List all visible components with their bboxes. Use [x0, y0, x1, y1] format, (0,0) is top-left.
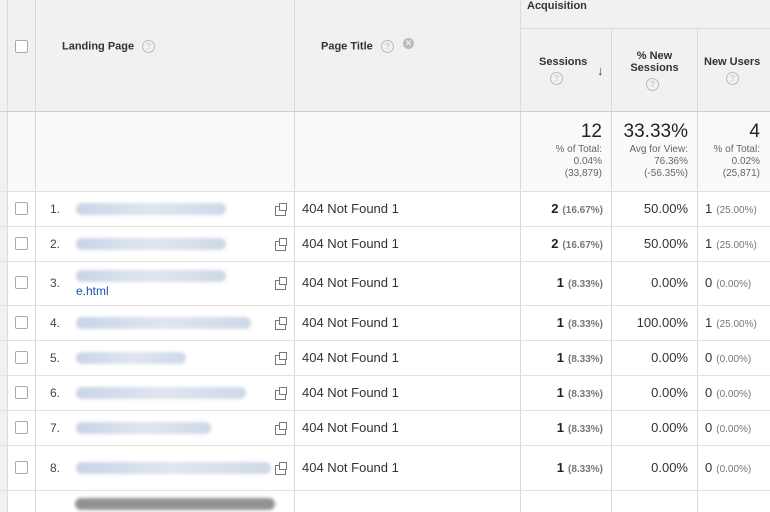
row-index: 1. — [49, 201, 60, 216]
redacted-landing-page-link[interactable] — [76, 237, 226, 250]
open-link-icon[interactable] — [275, 386, 287, 400]
new-sessions-header-line1: % New — [636, 50, 673, 62]
new-users-cell: 0 (0.00%) — [705, 459, 752, 475]
new-users-total-comparison: % of Total: 0.02% (25,871) — [713, 144, 760, 179]
open-link-icon[interactable] — [275, 351, 287, 365]
new-sessions-cell: 0.00% — [651, 459, 688, 475]
new-users-header-label: New Users — [704, 56, 761, 68]
new-users-cell: 0 (0.00%) — [705, 275, 752, 290]
redacted-landing-page-link[interactable] — [76, 202, 226, 215]
page-title-cell: 404 Not Found 1 — [302, 235, 399, 251]
new-users-cell: 1 (25.00%) — [705, 200, 757, 216]
new-users-cell: 0 (0.00%) — [705, 349, 752, 365]
row-index: 5. — [49, 350, 60, 365]
redacted-landing-page-link[interactable] — [76, 316, 251, 329]
sessions-cell: 1 (8.33%) — [556, 384, 603, 400]
row-checkbox[interactable] — [15, 201, 28, 215]
page-title-cell: 404 Not Found 1 — [302, 275, 399, 290]
new-users-cell: 1 (25.00%) — [705, 235, 757, 251]
new-sessions-cell: 50.00% — [643, 200, 688, 216]
page-title-header[interactable]: Page Title ? — [321, 40, 394, 53]
sessions-total-comparison: % of Total: 0.04% (33,879) — [555, 144, 602, 179]
total-new-users: 4 — [749, 121, 760, 142]
new-sessions-avg-comparison: Avg for View: 76.36% (-56.35%) — [629, 144, 688, 179]
page-title-cell: 404 Not Found 1 — [302, 384, 399, 400]
sessions-header[interactable]: Sessions — [539, 56, 587, 68]
row-checkbox[interactable] — [15, 236, 28, 250]
row-index: 4. — [49, 315, 60, 330]
new-sessions-cell: 50.00% — [643, 235, 688, 251]
redacted-landing-page-link[interactable] — [75, 498, 275, 510]
row-checkbox[interactable] — [15, 460, 28, 474]
row-index: 3. — [49, 276, 60, 290]
sessions-cell: 1 (8.33%) — [556, 275, 603, 290]
sort-descending-icon[interactable]: ↓ — [597, 63, 604, 78]
page-title-cell: 404 Not Found 1 — [302, 459, 399, 475]
select-all-checkbox[interactable] — [15, 40, 28, 53]
sessions-cell: 1 (8.33%) — [556, 459, 603, 475]
total-sessions: 12 — [580, 121, 602, 142]
new-users-cell: 0 (0.00%) — [705, 419, 752, 435]
row-index: 6. — [49, 385, 60, 400]
new-sessions-header-line2: Sessions — [630, 62, 679, 74]
row-index: 2. — [49, 236, 60, 251]
help-icon[interactable]: ? — [550, 72, 563, 85]
sessions-header-label: Sessions — [539, 56, 588, 68]
sessions-cell: 2 (16.67%) — [551, 200, 603, 216]
row-index: 8. — [49, 460, 60, 475]
page-title-header-label: Page Title — [321, 40, 373, 53]
page-title-cell: 404 Not Found 1 — [302, 314, 399, 330]
acquisition-group-label: Acquisition — [527, 0, 587, 12]
table-grid — [0, 0, 770, 512]
redacted-landing-page-link[interactable] — [76, 461, 271, 474]
redacted-landing-page-link[interactable] — [76, 351, 186, 364]
open-link-icon[interactable] — [275, 421, 287, 435]
page-title-cell: 404 Not Found 1 — [302, 349, 399, 365]
new-users-cell: 0 (0.00%) — [705, 384, 752, 400]
open-link-icon[interactable] — [275, 461, 287, 475]
open-link-icon[interactable] — [275, 277, 287, 290]
open-link-icon[interactable] — [275, 316, 287, 330]
landing-page-header-label: Landing Page — [62, 40, 135, 53]
new-users-header[interactable]: New Users — [704, 56, 760, 68]
landing-page-header[interactable]: Landing Page ? — [62, 40, 156, 53]
new-sessions-header[interactable]: % New Sessions — [612, 50, 697, 74]
page-title-cell: 404 Not Found 1 — [302, 419, 399, 435]
new-sessions-cell: 0.00% — [651, 349, 688, 365]
sessions-cell: 1 (8.33%) — [556, 314, 603, 330]
remove-dimension-icon[interactable]: ✕ — [403, 38, 414, 49]
redacted-landing-page-link[interactable] — [76, 270, 226, 282]
landing-page-link-suffix[interactable]: e.html — [76, 284, 109, 298]
sessions-cell: 1 (8.33%) — [556, 419, 603, 435]
row-checkbox[interactable] — [15, 276, 28, 289]
new-sessions-cell: 0.00% — [651, 384, 688, 400]
row-index: 7. — [49, 420, 60, 435]
new-users-cell: 1 (25.00%) — [705, 314, 757, 330]
help-icon[interactable]: ? — [726, 72, 739, 85]
sessions-cell: 1 (8.33%) — [556, 349, 603, 365]
row-checkbox[interactable] — [15, 350, 28, 364]
new-sessions-cell: 100.00% — [636, 314, 688, 330]
page-title-cell: 404 Not Found 1 — [302, 200, 399, 216]
row-checkbox[interactable] — [15, 385, 28, 399]
row-checkbox[interactable] — [15, 315, 28, 329]
new-sessions-cell: 0.00% — [651, 275, 688, 290]
total-new-sessions: 33.33% — [623, 121, 688, 142]
row-checkbox[interactable] — [15, 420, 28, 434]
help-icon[interactable]: ? — [380, 40, 394, 53]
redacted-landing-page-link[interactable] — [76, 421, 211, 434]
help-icon[interactable]: ? — [646, 78, 659, 91]
redacted-landing-page-link[interactable] — [76, 386, 246, 399]
open-link-icon[interactable] — [275, 237, 287, 251]
open-link-icon[interactable] — [275, 202, 287, 216]
new-sessions-cell: 0.00% — [651, 419, 688, 435]
help-icon[interactable]: ? — [142, 40, 156, 53]
sessions-cell: 2 (16.67%) — [551, 235, 603, 251]
